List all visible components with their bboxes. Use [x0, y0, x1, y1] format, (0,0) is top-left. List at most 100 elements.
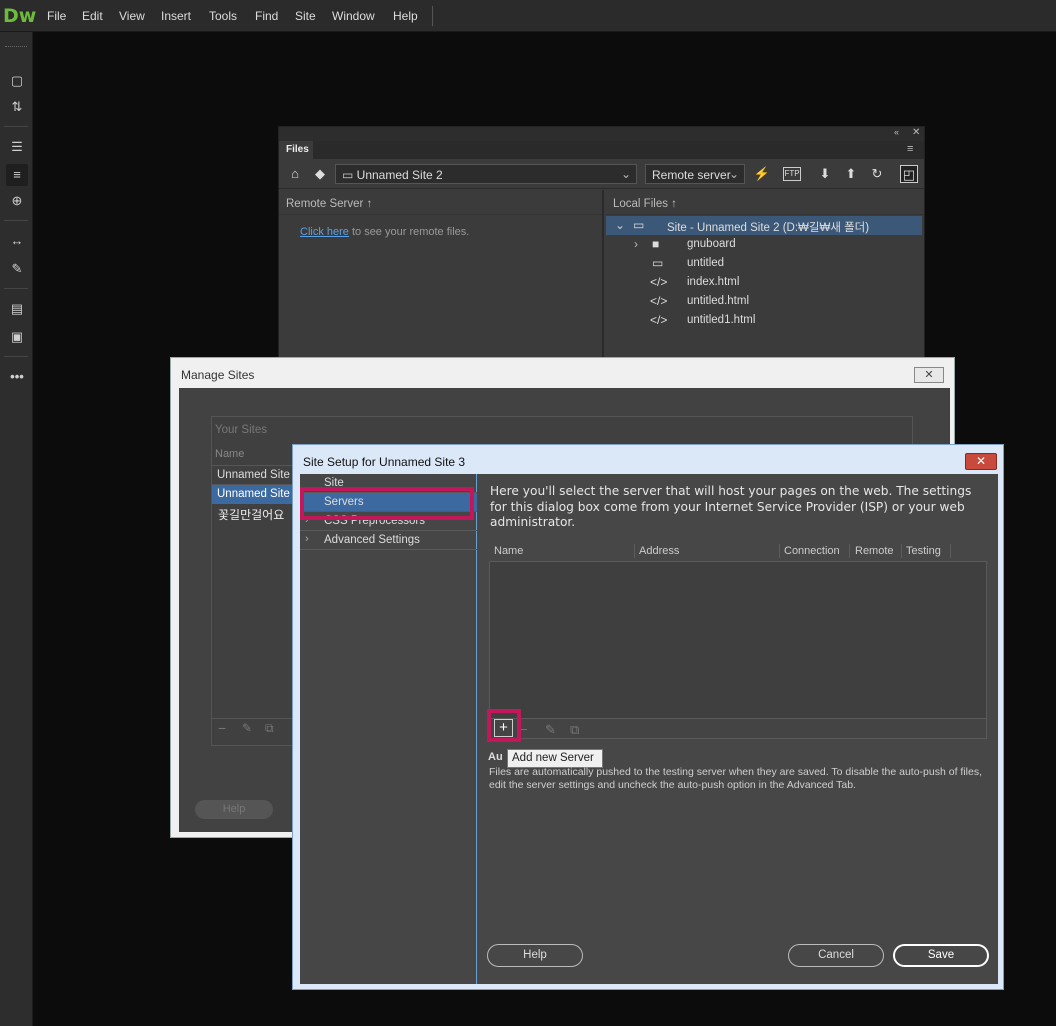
duplicate-icon[interactable]: ⧉	[570, 722, 579, 738]
setup-sidebar: Site Servers › CSS Preprocessors › Advan…	[300, 474, 477, 984]
refresh-icon[interactable]: ↻	[868, 165, 886, 183]
dialog-title: Site Setup for Unnamed Site 3	[303, 455, 466, 469]
put-files-icon[interactable]: ⬆	[842, 165, 860, 183]
menu-view[interactable]: View	[119, 9, 145, 23]
local-pane: Local Files ↑ ⌄ ▭ Site - Unnamed Site 2 …	[606, 190, 924, 359]
close-button[interactable]: ✕	[965, 453, 997, 470]
tree-row-folder[interactable]: › ■ gnuboard	[606, 235, 922, 254]
code-format-icon[interactable]: ≡	[6, 164, 28, 186]
servers-table-header: Name Address Connection Remote Testing	[490, 541, 987, 561]
new-document-icon[interactable]: ▢	[6, 70, 28, 92]
tree-row-file[interactable]: </> index.html	[606, 273, 922, 292]
expand-icon[interactable]: ↔	[6, 230, 28, 252]
duplicate-icon[interactable]: ⧉	[265, 721, 274, 736]
panel-tabrow: ≡	[279, 141, 924, 159]
chevron-down-icon[interactable]: ⌄	[615, 218, 625, 232]
servers-description: Here you'll select the server that will …	[490, 484, 972, 529]
folder-icon: ▭	[633, 218, 645, 232]
highlight-box	[487, 709, 521, 742]
toolbar-divider	[4, 356, 28, 357]
column-divider	[901, 544, 902, 558]
chevron-right-icon[interactable]: ›	[634, 237, 638, 251]
close-icon[interactable]: ✕	[912, 127, 920, 138]
left-toolbar: ▢ ⇅ ☰ ≡ ⊕ ↔ ✎ ▤ ▣ •••	[0, 32, 33, 1026]
name-column-header[interactable]: Name	[215, 448, 244, 460]
git-icon[interactable]: ◆	[311, 165, 329, 183]
help-button[interactable]: Help	[487, 944, 583, 967]
autopush-description: Files are automatically pushed to the te…	[489, 766, 983, 791]
expand-panel-icon[interactable]: ◰	[900, 165, 918, 183]
toolbar-grip[interactable]	[5, 46, 27, 50]
chevron-down-icon: ⌄	[728, 167, 739, 181]
menu-file[interactable]: File	[47, 9, 66, 23]
get-files-icon[interactable]: ⬇	[816, 165, 834, 183]
close-button[interactable]: ✕	[914, 367, 944, 383]
files-panel: « ✕ ≡ Files ⌂ ◆ ▭ Unnamed Site 2 ⌄ Remot…	[278, 126, 925, 359]
toolbar-divider	[4, 288, 28, 289]
files-tab[interactable]: Files	[279, 141, 313, 159]
menu-window[interactable]: Window	[332, 9, 375, 23]
sidebar-item-advanced-settings[interactable]: › Advanced Settings	[300, 531, 477, 550]
toolbar-divider	[4, 220, 28, 221]
live-view-icon[interactable]: ☰	[6, 136, 28, 158]
save-button[interactable]: Save	[893, 944, 989, 967]
click-here-link[interactable]: Click here	[300, 226, 349, 238]
menu-help[interactable]: Help	[393, 9, 418, 23]
comment-icon[interactable]: ▤	[6, 298, 28, 320]
remove-icon[interactable]: −	[520, 722, 528, 737]
list-item[interactable]: 꽃길만걸어요	[218, 504, 302, 523]
folder-icon: ■	[652, 237, 660, 251]
chevron-down-icon: ⌄	[620, 167, 631, 181]
site-select[interactable]: ▭ Unnamed Site 2 ⌄	[335, 164, 637, 184]
site-setup-icon[interactable]: ⌂	[286, 165, 304, 183]
more-icon[interactable]: •••	[6, 366, 28, 388]
menu-edit[interactable]: Edit	[82, 9, 103, 23]
edit-icon[interactable]: ✎	[242, 721, 252, 735]
dialog-body: Site Servers › CSS Preprocessors › Advan…	[300, 474, 998, 984]
tree-row-file[interactable]: </> untitled.html	[606, 292, 922, 311]
remote-hint: Click here to see your remote files.	[300, 226, 470, 238]
menu-bar: Dw File Edit View Insert Tools Find Site…	[0, 0, 1056, 32]
inspect-icon[interactable]: ⊕	[6, 190, 28, 212]
column-remote[interactable]: Remote	[855, 545, 894, 557]
help-button[interactable]: Help	[195, 800, 273, 819]
validate-icon[interactable]: ▣	[6, 326, 28, 348]
collapse-icon[interactable]: «	[894, 127, 899, 137]
servers-table[interactable]	[489, 561, 987, 719]
highlight-box	[300, 487, 474, 520]
list-item[interactable]: Unnamed Site	[212, 466, 302, 485]
panel-menu-icon[interactable]: ≡	[907, 143, 913, 155]
column-divider	[634, 544, 635, 558]
panel-titlebar: « ✕	[279, 127, 924, 141]
column-divider	[950, 544, 951, 558]
cancel-button[interactable]: Cancel	[788, 944, 884, 967]
disconnect-icon[interactable]: ⚡	[753, 165, 771, 183]
tree-row-file[interactable]: </> untitled1.html	[606, 311, 922, 330]
app-logo: Dw	[3, 5, 37, 27]
dialog-title: Manage Sites	[181, 368, 255, 382]
server-select[interactable]: Remote server ⌄	[645, 164, 745, 184]
local-header[interactable]: Local Files ↑	[606, 190, 924, 215]
chevron-right-icon[interactable]: ›	[305, 533, 309, 545]
edit-icon[interactable]: ✎	[545, 722, 556, 738]
tree-row-site[interactable]: ⌄ ▭ Site - Unnamed Site 2 (D:₩길₩새 폴더)	[606, 216, 922, 235]
tree-row-folder[interactable]: ▭ untitled	[606, 254, 922, 273]
file-transfer-icon[interactable]: ⇅	[6, 96, 28, 118]
remote-pane: Remote Server ↑ Click here to see your r…	[279, 190, 604, 359]
code-file-icon: </>	[650, 313, 668, 327]
column-connection[interactable]: Connection	[784, 545, 840, 557]
site-setup-dialog: Site Setup for Unnamed Site 3 ✕ Site Ser…	[292, 444, 1004, 990]
remote-header[interactable]: Remote Server ↑	[279, 190, 602, 215]
menu-insert[interactable]: Insert	[161, 9, 191, 23]
menu-site[interactable]: Site	[295, 9, 316, 23]
menu-tools[interactable]: Tools	[209, 9, 237, 23]
column-address[interactable]: Address	[639, 545, 679, 557]
list-item[interactable]: Unnamed Site	[212, 485, 302, 504]
ftp-log-icon[interactable]: FTP	[783, 167, 801, 181]
menu-find[interactable]: Find	[255, 9, 278, 23]
brush-icon[interactable]: ✎	[6, 258, 28, 280]
remove-icon[interactable]: −	[218, 720, 226, 736]
column-testing[interactable]: Testing	[906, 545, 941, 557]
column-name[interactable]: Name	[494, 545, 523, 557]
servers-toolbar: + − ✎ ⧉	[489, 718, 987, 739]
